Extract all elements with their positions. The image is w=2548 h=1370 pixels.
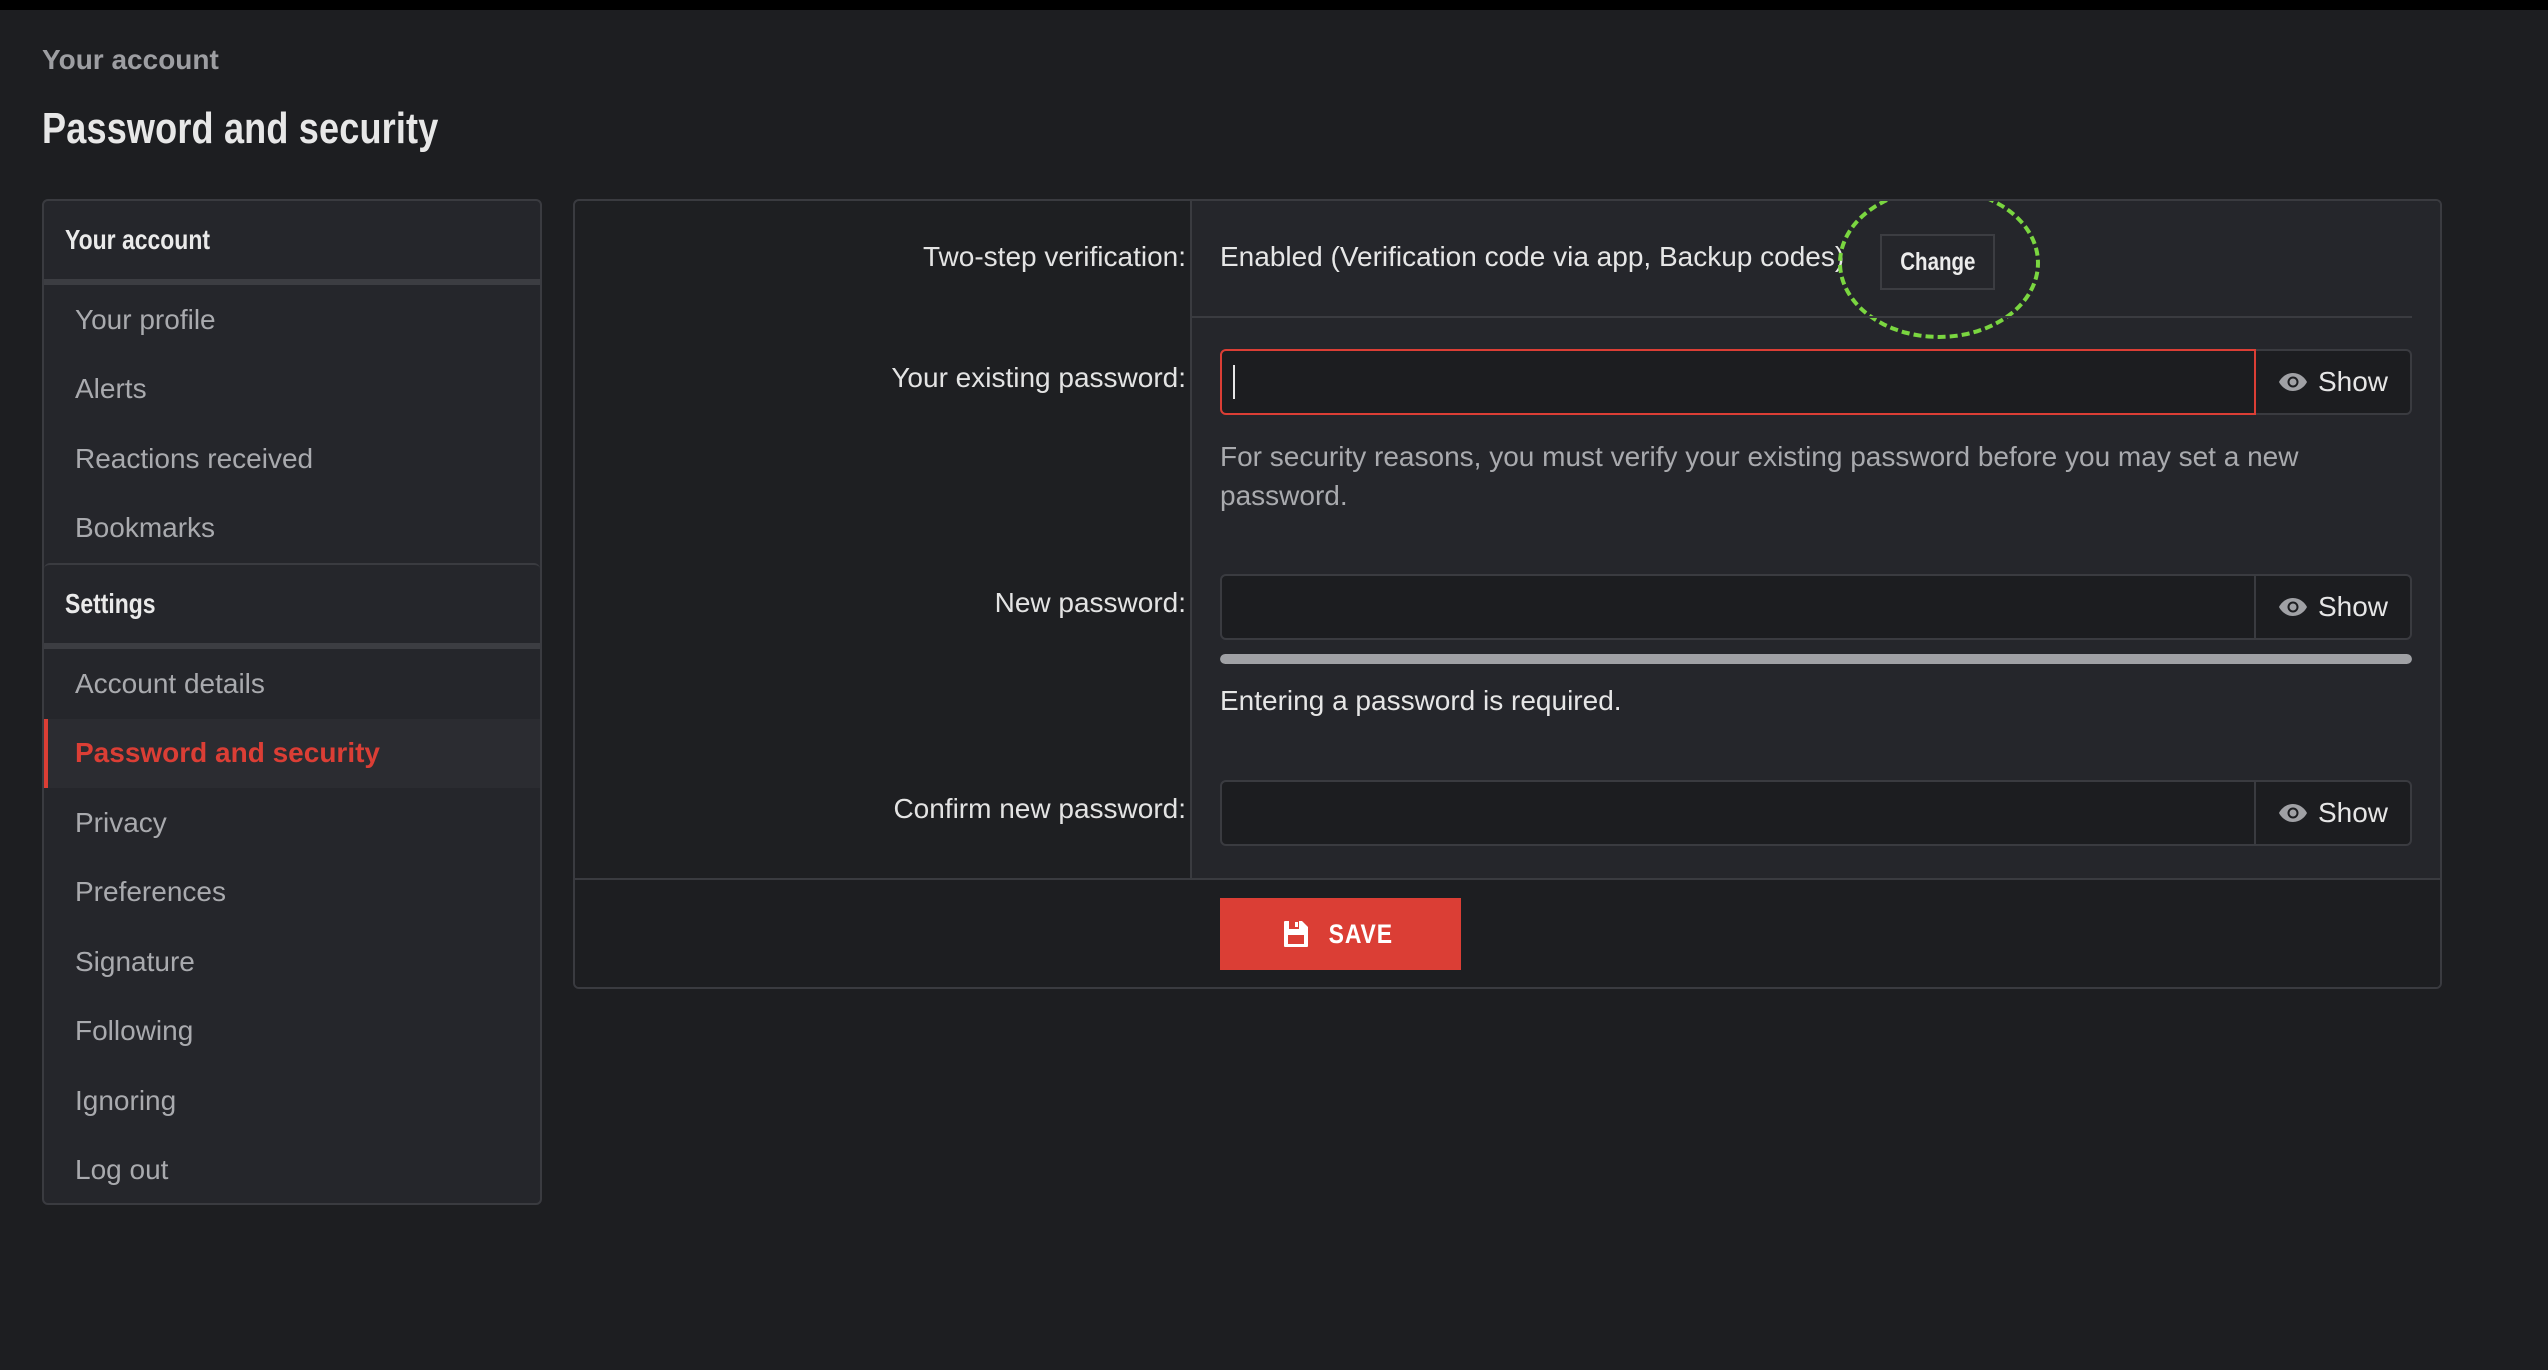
confirm-password-group: Show	[1220, 780, 2412, 846]
password-security-form: Two-step verification: Enabled (Verifica…	[573, 199, 2442, 989]
save-label: SAVE	[1328, 918, 1393, 949]
show-label: Show	[2317, 366, 2389, 397]
top-bar	[0, 0, 2548, 10]
page-title: Password and security	[42, 104, 439, 153]
confirm-password-label: Confirm new password:	[893, 793, 1186, 824]
sidebar-item-password-and-security[interactable]: Password and security	[44, 718, 540, 788]
eye-icon	[2278, 373, 2307, 391]
new-password-label: New password:	[994, 587, 1186, 618]
change-button-label: Change	[1899, 247, 1976, 276]
strength-meter-track	[1220, 654, 2412, 664]
two-step-status: Enabled (Verification code via app, Back…	[1220, 241, 1845, 272]
sidebar-item-log-out[interactable]: Log out	[44, 1136, 540, 1204]
floppy-disk-icon	[1283, 921, 1308, 947]
new-password-group: Show	[1220, 574, 2412, 640]
sidebar-item-following[interactable]: Following	[44, 997, 540, 1067]
new-password-input[interactable]	[1220, 574, 2256, 640]
sidebar-item-reactions-received[interactable]: Reactions received	[44, 424, 540, 494]
sidebar-heading-label: Your account	[65, 224, 211, 255]
sidebar-item-account-details[interactable]: Account details	[44, 649, 540, 719]
sidebar-item-your-profile[interactable]: Your profile	[44, 285, 540, 355]
existing-password-input[interactable]	[1220, 349, 2256, 415]
sidebar-item-bookmarks[interactable]: Bookmarks	[44, 494, 540, 564]
two-step-label: Two-step verification:	[923, 241, 1186, 272]
text-caret	[1233, 365, 1235, 399]
change-two-step-button[interactable]: Change	[1880, 234, 1995, 290]
sidebar-heading-label: Settings	[65, 588, 156, 619]
row-divider	[1192, 316, 2412, 318]
show-label: Show	[2317, 797, 2389, 828]
sidebar-heading-settings: Settings	[44, 565, 540, 649]
sidebar-item-privacy[interactable]: Privacy	[44, 788, 540, 858]
sidebar-item-signature[interactable]: Signature	[44, 927, 540, 997]
sidebar-group-settings: Settings Account details Password and se…	[44, 563, 540, 1204]
existing-password-label: Your existing password:	[891, 362, 1186, 393]
save-button[interactable]: SAVE	[1220, 898, 1461, 970]
show-existing-password-button[interactable]: Show	[2256, 349, 2412, 415]
form-footer: SAVE	[575, 878, 2440, 987]
sidebar-heading-your-account: Your account	[44, 201, 540, 285]
sidebar-item-preferences[interactable]: Preferences	[44, 858, 540, 928]
sidebar-nav: Your account Your profile Alerts Reactio…	[42, 199, 542, 1205]
existing-password-wrapper	[1220, 349, 2256, 415]
breadcrumb[interactable]: Your account	[42, 44, 219, 76]
confirm-password-input[interactable]	[1220, 780, 2256, 846]
existing-password-help: For security reasons, you must verify yo…	[1220, 441, 2299, 511]
form-fields-column	[1190, 201, 2440, 878]
password-strength-meter	[1220, 654, 2412, 664]
sidebar-item-alerts[interactable]: Alerts	[44, 355, 540, 425]
eye-icon	[2278, 598, 2307, 616]
eye-icon	[2278, 804, 2307, 822]
sidebar-item-ignoring[interactable]: Ignoring	[44, 1066, 540, 1136]
show-confirm-password-button[interactable]: Show	[2256, 780, 2412, 846]
show-new-password-button[interactable]: Show	[2256, 574, 2412, 640]
password-strength-message: Entering a password is required.	[1220, 685, 1622, 716]
existing-password-group: Show	[1220, 349, 2412, 415]
show-label: Show	[2317, 591, 2389, 622]
